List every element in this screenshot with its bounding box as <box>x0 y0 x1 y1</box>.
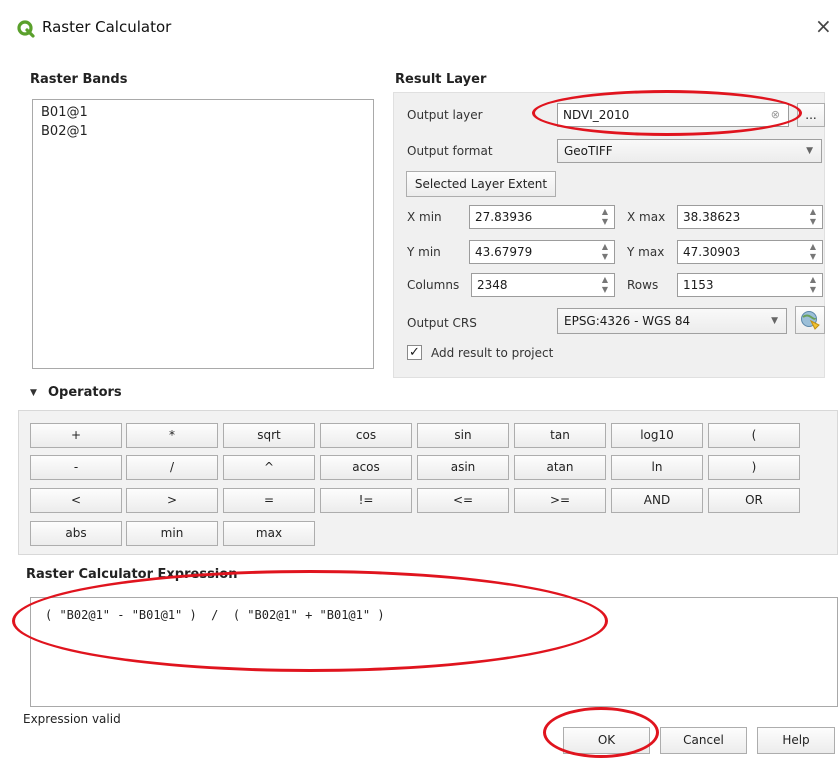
browse-button[interactable]: ... <box>797 103 825 127</box>
spin-arrows-icon[interactable]: ▲ ▼ <box>598 275 612 297</box>
chevron-down-icon: ▼ <box>771 316 778 326</box>
output-layer-value: NDVI_2010 <box>563 108 630 122</box>
operator-button[interactable]: - <box>30 455 122 480</box>
operator-button[interactable]: >= <box>514 488 606 513</box>
output-layer-input[interactable]: NDVI_2010 ⊗ <box>557 103 789 127</box>
expression-text: ( "B02@1" - "B01@1" ) / ( "B02@1" + "B01… <box>45 608 385 622</box>
globe-icon <box>801 311 820 330</box>
operator-button[interactable]: ) <box>708 455 800 480</box>
operator-button[interactable]: != <box>320 488 412 513</box>
chevron-down-icon: ▼ <box>806 146 813 156</box>
spin-arrows-icon[interactable]: ▲ ▼ <box>598 242 612 264</box>
operator-button[interactable]: tan <box>514 423 606 448</box>
spin-arrows-icon[interactable]: ▲ ▼ <box>806 242 820 264</box>
operator-button[interactable]: min <box>126 521 218 546</box>
help-button[interactable]: Help <box>757 727 835 754</box>
ok-button[interactable]: OK <box>563 727 650 754</box>
ymax-value: 47.30903 <box>683 245 741 259</box>
add-result-checkbox[interactable]: ✓ <box>407 345 422 360</box>
operator-button[interactable]: acos <box>320 455 412 480</box>
rows-value: 1153 <box>683 278 714 292</box>
list-item[interactable]: B02@1 <box>41 124 88 139</box>
operator-button[interactable]: = <box>223 488 315 513</box>
cancel-button[interactable]: Cancel <box>660 727 747 754</box>
collapse-arrow-icon[interactable]: ▼ <box>30 388 37 398</box>
operator-button[interactable]: OR <box>708 488 800 513</box>
spin-arrows-icon[interactable]: ▲ ▼ <box>806 275 820 297</box>
operator-button[interactable]: cos <box>320 423 412 448</box>
operator-button[interactable]: asin <box>417 455 509 480</box>
window-title: Raster Calculator <box>42 18 172 36</box>
raster-bands-title: Raster Bands <box>30 72 128 87</box>
ymin-label: Y min <box>407 245 441 259</box>
spin-arrows-icon[interactable]: ▲ ▼ <box>598 207 612 229</box>
selected-layer-extent-button[interactable]: Selected Layer Extent <box>406 171 556 197</box>
operator-button[interactable]: > <box>126 488 218 513</box>
expression-title: Raster Calculator Expression <box>26 567 238 582</box>
list-item[interactable]: B01@1 <box>41 105 88 120</box>
qgis-logo-icon <box>17 20 35 41</box>
xmin-spinbox[interactable]: 27.83936 ▲ ▼ <box>469 205 615 229</box>
operator-button[interactable]: < <box>30 488 122 513</box>
ymin-spinbox[interactable]: 43.67979 ▲ ▼ <box>469 240 615 264</box>
add-result-label: Add result to project <box>431 346 554 360</box>
operator-button[interactable]: ( <box>708 423 800 448</box>
operator-button[interactable]: ln <box>611 455 703 480</box>
xmin-label: X min <box>407 210 442 224</box>
columns-label: Columns <box>407 278 460 292</box>
rows-spinbox[interactable]: 1153 ▲ ▼ <box>677 273 823 297</box>
operator-button[interactable]: abs <box>30 521 122 546</box>
output-crs-select[interactable]: EPSG:4326 - WGS 84 ▼ <box>557 308 787 334</box>
operator-button[interactable]: sin <box>417 423 509 448</box>
operator-button[interactable]: * <box>126 423 218 448</box>
spin-arrows-icon[interactable]: ▲ ▼ <box>806 207 820 229</box>
operator-button[interactable]: sqrt <box>223 423 315 448</box>
ymax-label: Y max <box>627 245 665 259</box>
result-layer-group <box>393 92 825 378</box>
operator-button[interactable]: atan <box>514 455 606 480</box>
expression-status: Expression valid <box>23 712 121 726</box>
operator-button[interactable]: + <box>30 423 122 448</box>
expression-editor[interactable]: ( "B02@1" - "B01@1" ) / ( "B02@1" + "B01… <box>30 597 838 707</box>
xmax-value: 38.38623 <box>683 210 741 224</box>
columns-spinbox[interactable]: 2348 ▲ ▼ <box>471 273 615 297</box>
close-icon[interactable]: × <box>815 14 832 38</box>
ymax-spinbox[interactable]: 47.30903 ▲ ▼ <box>677 240 823 264</box>
operator-button[interactable]: / <box>126 455 218 480</box>
xmin-value: 27.83936 <box>475 210 533 224</box>
ymin-value: 43.67979 <box>475 245 533 259</box>
clear-icon[interactable]: ⊗ <box>771 104 780 126</box>
operators-title: Operators <box>48 385 122 400</box>
operator-button[interactable]: max <box>223 521 315 546</box>
output-crs-value: EPSG:4326 - WGS 84 <box>564 314 691 328</box>
operator-button[interactable]: log10 <box>611 423 703 448</box>
rows-label: Rows <box>627 278 659 292</box>
result-layer-title: Result Layer <box>395 72 487 87</box>
output-format-value: GeoTIFF <box>564 144 613 158</box>
columns-value: 2348 <box>477 278 508 292</box>
output-layer-label: Output layer <box>407 108 483 122</box>
xmax-label: X max <box>627 210 666 224</box>
operator-button[interactable]: <= <box>417 488 509 513</box>
output-format-select[interactable]: GeoTIFF ▼ <box>557 139 822 163</box>
output-crs-label: Output CRS <box>407 316 477 330</box>
xmax-spinbox[interactable]: 38.38623 ▲ ▼ <box>677 205 823 229</box>
raster-bands-list[interactable]: B01@1 B02@1 <box>32 99 374 369</box>
operator-button[interactable]: AND <box>611 488 703 513</box>
crs-selector-button[interactable] <box>795 306 825 334</box>
operator-button[interactable]: ^ <box>223 455 315 480</box>
output-format-label: Output format <box>407 144 493 158</box>
